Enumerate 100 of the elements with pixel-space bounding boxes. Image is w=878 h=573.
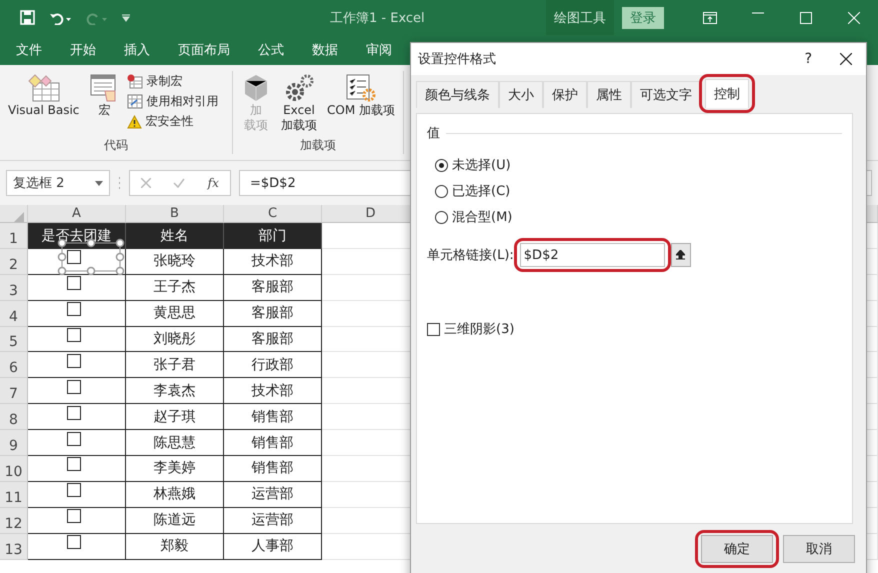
dialog-tab[interactable]: 可选文字 (631, 81, 701, 108)
radio-option[interactable]: 未选择(U) (435, 156, 842, 174)
corner-triangle-icon (14, 212, 24, 222)
checkbox[interactable] (66, 250, 80, 264)
menu-tab[interactable]: 开始 (70, 41, 96, 59)
caret-icon[interactable] (121, 14, 131, 22)
row-header[interactable]: 1 (0, 223, 28, 249)
name-box[interactable]: 复选框 2 (6, 170, 110, 196)
checkbox[interactable] (66, 483, 80, 498)
table-cell: 销售部 (224, 456, 322, 482)
checkbox[interactable] (66, 406, 80, 420)
table-cell: 客服部 (224, 326, 322, 352)
checklist-icon (345, 73, 377, 103)
menu-tab[interactable]: 审阅 (366, 41, 392, 59)
dialog-tab[interactable]: 大小 (499, 81, 543, 108)
row-header[interactable]: 7 (0, 378, 28, 404)
insert-function-button[interactable]: fx (208, 176, 219, 190)
table-cell: 客服部 (224, 274, 322, 301)
row-header[interactable]: 8 (0, 404, 28, 430)
context-tab-label: 绘图工具 (546, 0, 614, 35)
table-cell: 林燕娥 (126, 482, 224, 508)
table-cell: 技术部 (224, 378, 322, 404)
undo-icon[interactable] (49, 10, 71, 24)
ribbon-display-icon[interactable] (703, 12, 717, 24)
row-header[interactable]: 6 (0, 352, 28, 378)
row-header[interactable]: 12 (0, 508, 28, 534)
cell-link-field[interactable]: $D$2 (520, 243, 665, 267)
menu-tab[interactable]: 公式 (258, 41, 284, 59)
checkbox[interactable] (66, 328, 80, 342)
collapse-dialog-button[interactable] (670, 243, 691, 267)
radio-label: 混合型(M) (452, 209, 512, 226)
table-cell: 王子杰 (126, 274, 224, 301)
ribbon-button[interactable]: 宏 (87, 73, 122, 137)
table-cell: 陈思慧 (126, 430, 224, 456)
warning-icon (127, 114, 142, 128)
checkbox[interactable] (66, 354, 80, 368)
field-label: 单元格链接(L): (427, 247, 514, 264)
radio-option[interactable]: 已选择(C) (435, 182, 842, 200)
ribbon-button[interactable]: 宏安全性 (127, 113, 218, 130)
close-icon[interactable] (840, 53, 852, 65)
dropdown-icon[interactable] (95, 180, 103, 186)
dialog-button[interactable]: 确定 (701, 535, 773, 563)
ribbon-button[interactable]: 录制宏 (127, 73, 218, 90)
menu-tab[interactable]: 插入 (124, 41, 150, 59)
help-button[interactable]: ? (804, 51, 812, 67)
sign-in-button[interactable]: 登录 (622, 6, 664, 28)
radio-button[interactable] (435, 210, 448, 224)
table-cell: 人事部 (224, 534, 322, 560)
row-header[interactable]: 4 (0, 300, 28, 327)
checkbox[interactable] (66, 276, 80, 290)
spreadsheet-icon (26, 73, 61, 103)
table-cell: 销售部 (224, 430, 322, 456)
column-header[interactable]: A (28, 205, 126, 223)
column-header[interactable]: B (126, 205, 224, 223)
ribbon-button[interactable]: Visual Basic (6, 73, 82, 137)
row-header[interactable]: 13 (0, 534, 28, 560)
checkbox-option[interactable]: 三维阴影(3) (427, 320, 842, 338)
radio-label: 未选择(U) (452, 157, 511, 174)
dialog-tab[interactable]: 颜色与线条 (416, 81, 499, 108)
checkbox[interactable] (427, 322, 440, 336)
dialog-button[interactable]: 取消 (783, 535, 855, 563)
ribbon-button[interactable]: Excel 加载项 (279, 73, 319, 137)
checkbox[interactable] (66, 432, 80, 446)
maximize-icon[interactable] (800, 12, 812, 24)
dialog-tab[interactable]: 属性 (587, 81, 631, 108)
radio-button[interactable] (435, 184, 448, 198)
save-icon[interactable] (20, 10, 35, 25)
header-cell: 部门 (224, 223, 322, 249)
menu-tab[interactable]: 文件 (16, 41, 42, 59)
dialog-tab[interactable]: 控制 (705, 79, 749, 108)
row-header[interactable]: 5 (0, 326, 28, 352)
menu-tab[interactable]: 页面布局 (178, 41, 230, 59)
radio-option[interactable]: 混合型(M) (435, 208, 842, 226)
table-cell: 销售部 (224, 404, 322, 430)
table-cell: 运营部 (224, 482, 322, 508)
checkbox[interactable] (66, 509, 80, 524)
ribbon-button[interactable]: COM 加载项 (325, 73, 397, 137)
checkbox[interactable] (66, 380, 80, 394)
checkbox[interactable] (66, 535, 80, 550)
table-icon (127, 94, 144, 109)
radio-button[interactable] (435, 158, 448, 172)
table-cell: 陈道远 (126, 508, 224, 534)
menu-tab[interactable]: 数据 (312, 41, 338, 59)
table-cell: 技术部 (224, 248, 322, 275)
header-cell: 姓名 (126, 223, 224, 249)
row-header[interactable]: 3 (0, 274, 28, 301)
checkbox[interactable] (66, 302, 80, 316)
dialog-tab[interactable]: 保护 (543, 81, 587, 108)
row-header[interactable]: 2 (0, 248, 28, 275)
ribbon-button[interactable]: 使用相对引用 (127, 93, 218, 110)
checkbox[interactable] (66, 457, 80, 472)
grip-icon (118, 176, 121, 190)
minimize-icon[interactable] (752, 12, 764, 14)
checkbox-label: 三维阴影(3) (444, 321, 514, 338)
column-header[interactable]: C (224, 205, 322, 223)
row-header[interactable]: 9 (0, 430, 28, 456)
row-header[interactable]: 10 (0, 456, 28, 482)
group-label: 加载项 (300, 137, 336, 154)
row-header[interactable]: 11 (0, 482, 28, 508)
table-cell: 郑毅 (126, 534, 224, 560)
